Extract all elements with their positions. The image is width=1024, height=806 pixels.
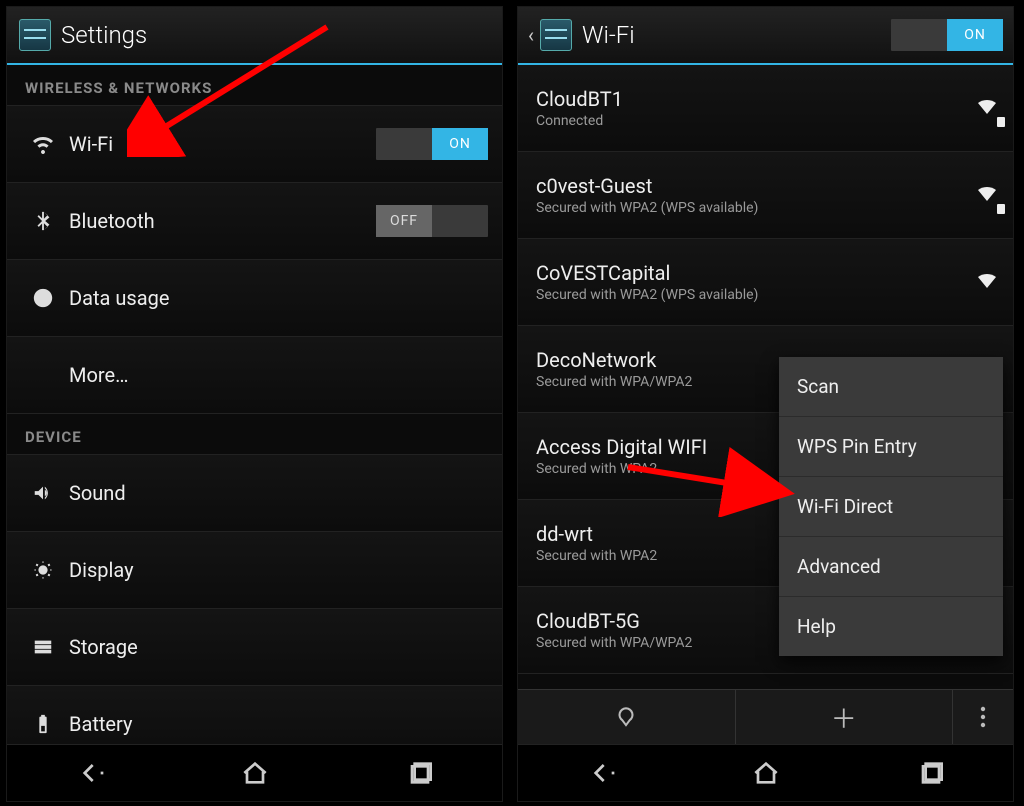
system-navbar [7, 744, 502, 801]
network-row[interactable]: CoVESTCapital Secured with WPA2 (WPS ava… [518, 239, 1013, 326]
menu-item-wifi-direct[interactable]: Wi-Fi Direct [779, 477, 1003, 537]
add-network-button[interactable]: ＋ [736, 690, 954, 744]
bluetooth-label: Bluetooth [69, 209, 364, 233]
menu-item-advanced[interactable]: Advanced [779, 537, 1003, 597]
settings-screen: Settings WIRELESS & NETWORKS Wi-Fi ON Bl… [6, 6, 503, 802]
nav-back[interactable] [7, 745, 172, 801]
settings-app-icon [17, 17, 53, 53]
storage-label: Storage [69, 635, 484, 659]
storage-row[interactable]: Storage [7, 609, 502, 686]
wifi-label: Wi-Fi [69, 132, 364, 156]
display-label: Display [69, 558, 484, 582]
battery-label: Battery [69, 712, 484, 736]
data-usage-row[interactable]: Data usage [7, 260, 502, 337]
section-header-wireless: WIRELESS & NETWORKS [7, 65, 502, 106]
wifi-master-toggle[interactable]: ON [891, 19, 1003, 51]
menu-item-wps-pin[interactable]: WPS Pin Entry [779, 417, 1003, 477]
sound-icon [21, 482, 65, 504]
menu-item-help[interactable]: Help [779, 597, 1003, 656]
bluetooth-toggle[interactable]: OFF [376, 205, 488, 237]
wifi-signal-icon [975, 94, 999, 123]
settings-list: WIRELESS & NETWORKS Wi-Fi ON Bluetooth O… [7, 65, 502, 744]
page-title: Wi-Fi [582, 21, 635, 49]
network-ssid: c0vest-Guest [536, 174, 875, 198]
display-icon [21, 559, 65, 581]
nav-back[interactable] [518, 745, 683, 801]
wifi-icon [21, 132, 65, 156]
battery-row[interactable]: Battery [7, 686, 502, 744]
network-status: Secured with WPA2 (WPS available) [536, 287, 875, 303]
nav-recent[interactable] [848, 745, 1013, 801]
section-header-device: DEVICE [7, 414, 502, 455]
more-row[interactable]: More… [7, 337, 502, 414]
wifi-signal-icon [975, 181, 999, 210]
settings-app-icon[interactable] [538, 17, 574, 53]
overflow-menu: Scan WPS Pin Entry Wi-Fi Direct Advanced… [779, 357, 1003, 656]
wps-button[interactable] [518, 690, 736, 744]
more-label: More… [69, 363, 484, 387]
page-title: Settings [61, 21, 147, 49]
bluetooth-row[interactable]: Bluetooth OFF [7, 183, 502, 260]
menu-item-scan[interactable]: Scan [779, 357, 1003, 417]
network-status: Secured with WPA2 (WPS available) [536, 200, 875, 216]
nav-recent[interactable] [337, 745, 502, 801]
sound-label: Sound [69, 481, 484, 505]
display-row[interactable]: Display [7, 532, 502, 609]
bluetooth-icon [21, 210, 65, 232]
back-caret-icon[interactable]: ‹ [528, 23, 534, 47]
wifi-row[interactable]: Wi-Fi ON [7, 106, 502, 183]
network-row[interactable]: CloudBT1 Connected [518, 65, 1013, 152]
data-usage-icon [21, 287, 65, 309]
nav-home[interactable] [683, 745, 848, 801]
battery-icon [21, 713, 65, 735]
nav-home[interactable] [172, 745, 337, 801]
wifi-bottom-toolbar: ＋ [518, 689, 1013, 744]
wifi-screen: ‹ Wi-Fi ON CloudBT1 Connected c0vest-Gue… [517, 6, 1014, 802]
network-status: Connected [536, 113, 875, 129]
wifi-toggle[interactable]: ON [376, 128, 488, 160]
network-row[interactable]: c0vest-Guest Secured with WPA2 (WPS avai… [518, 152, 1013, 239]
system-navbar [518, 744, 1013, 801]
overflow-menu-button[interactable] [953, 690, 1013, 744]
data-usage-label: Data usage [69, 286, 484, 310]
network-ssid: CoVESTCapital [536, 261, 875, 285]
sound-row[interactable]: Sound [7, 455, 502, 532]
network-ssid: CloudBT1 [536, 87, 875, 111]
storage-icon [21, 636, 65, 658]
action-bar: Settings [7, 7, 502, 65]
action-bar: ‹ Wi-Fi ON [518, 7, 1013, 65]
wifi-signal-icon [975, 268, 999, 297]
